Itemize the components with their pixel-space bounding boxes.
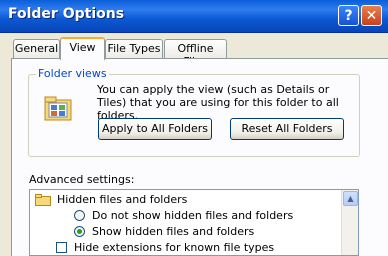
checkbox[interactable] (56, 242, 67, 253)
advanced-settings-label: Advanced settings: (29, 173, 135, 186)
vertical-scrollbar[interactable]: ▲ (341, 190, 358, 255)
radio-label: Show hidden files and folders (92, 225, 255, 238)
tab-strip: General View File Types Offline Files (0, 37, 388, 68)
radio-button-selected[interactable] (74, 226, 85, 237)
tab-offline-files[interactable]: Offline Files (164, 39, 227, 68)
radio-selected-dot (77, 229, 82, 234)
list-item-label: Hidden files and folders (57, 193, 188, 206)
reset-all-folders-button[interactable]: Reset All Folders (230, 118, 344, 140)
tab-view[interactable]: View (60, 37, 105, 60)
apply-to-all-folders-button[interactable]: Apply to All Folders (98, 118, 212, 140)
scroll-up-button[interactable]: ▲ (343, 191, 358, 206)
folder-icon (35, 194, 51, 206)
help-button[interactable]: ? (338, 5, 359, 26)
folder-views-description: You can apply the view (such as Details … (97, 83, 339, 122)
radio-label: Do not show hidden files and folders (92, 209, 294, 222)
title-bar[interactable]: Folder Options ? ✕ (0, 0, 388, 33)
tab-file-types[interactable]: File Types (105, 39, 163, 58)
close-button[interactable]: ✕ (361, 5, 382, 26)
radio-button[interactable] (74, 210, 85, 221)
window-title: Folder Options (8, 6, 125, 22)
checkbox-label: Hide extensions for known file types (74, 241, 275, 254)
advanced-settings-list[interactable]: Hidden files and folders Do not show hid… (29, 189, 359, 256)
folder-views-group-label: Folder views (36, 67, 109, 80)
tab-general[interactable]: General (13, 39, 60, 58)
folder-views-icon (44, 96, 72, 121)
